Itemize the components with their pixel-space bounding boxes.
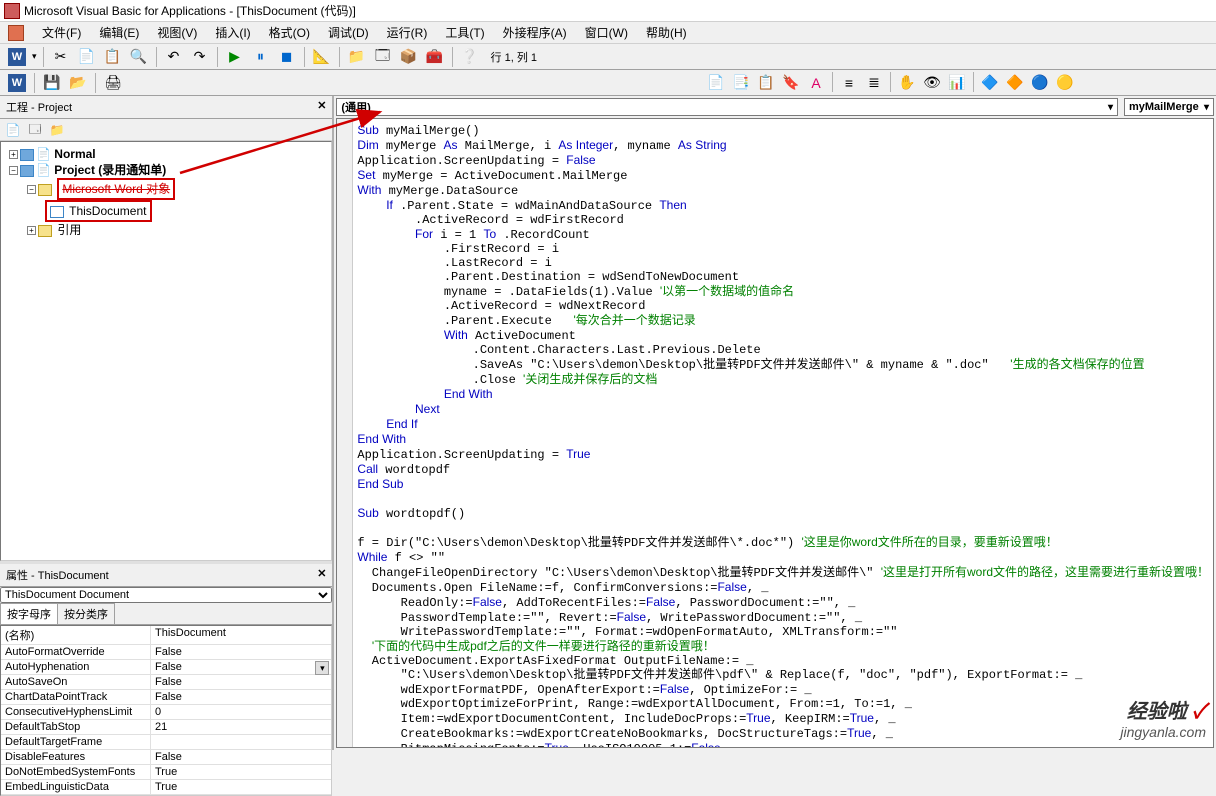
tree-project[interactable]: −📄 Project (录用通知单)	[5, 162, 327, 178]
project-tree[interactable]: +📄 Normal −📄 Project (录用通知单) − Microsoft…	[0, 141, 332, 561]
tb-icon-4[interactable]: 🔖	[780, 72, 802, 94]
tab-alphabetical[interactable]: 按字母序	[0, 603, 58, 624]
property-row[interactable]: AutoHyphenationFalse▾	[1, 660, 331, 675]
property-row[interactable]: AutoFormatOverrideFalse	[1, 645, 331, 660]
menu-edit[interactable]: 编辑(E)	[95, 22, 143, 43]
print-icon[interactable]: 🖨	[102, 72, 124, 94]
menu-help[interactable]: 帮助(H)	[642, 22, 691, 43]
word-icon[interactable]: W	[6, 72, 28, 94]
folder-icon[interactable]: 📁	[48, 121, 66, 139]
tb-icon-12[interactable]: 🔶	[1004, 72, 1026, 94]
tb-icon-9[interactable]: 👁	[921, 72, 943, 94]
copy-icon[interactable]: 📄	[76, 46, 98, 68]
menu-run[interactable]: 运行(R)	[383, 22, 432, 43]
object-combobox[interactable]: ThisDocument Document	[0, 587, 332, 603]
design-icon[interactable]: 📐	[311, 46, 333, 68]
menu-addins[interactable]: 外接程序(A)	[499, 22, 571, 43]
tb-icon-1[interactable]: 📄	[705, 72, 727, 94]
project-panel-title: 工程 - Project ✕	[0, 96, 332, 119]
pause-icon[interactable]: ⏸	[250, 46, 272, 68]
close-icon[interactable]: ✕	[317, 567, 326, 583]
properties-grid[interactable]: (名称)ThisDocumentAutoFormatOverrideFalseA…	[0, 625, 332, 796]
tb-icon-11[interactable]: 🔷	[979, 72, 1001, 94]
view-code-icon[interactable]: 📄	[4, 121, 22, 139]
undo-icon[interactable]: ↶	[163, 46, 185, 68]
menu-window[interactable]: 窗口(W)	[581, 22, 632, 43]
menu-tools[interactable]: 工具(T)	[441, 22, 488, 43]
code-gutter	[337, 119, 353, 747]
project-panel-label: 工程 - Project	[6, 99, 72, 115]
tb-icon-2[interactable]: 📑	[730, 72, 752, 94]
stop-icon[interactable]: ◼	[276, 46, 298, 68]
redo-icon[interactable]: ↷	[189, 46, 211, 68]
view-object-icon[interactable]: 🗔	[26, 121, 44, 139]
tree-thisdocument[interactable]: ThisDocument	[5, 200, 327, 222]
tb-icon-8[interactable]: ✋	[896, 72, 918, 94]
project-toolbar: 📄 🗔 📁	[0, 119, 332, 141]
tree-normal[interactable]: +📄 Normal	[5, 146, 327, 162]
tb-icon-14[interactable]: 🟡	[1054, 72, 1076, 94]
titlebar: Microsoft Visual Basic for Applications …	[0, 0, 1216, 22]
property-row[interactable]: AutoSaveOnFalse	[1, 675, 331, 690]
find-icon[interactable]: 🔍	[128, 46, 150, 68]
properties-panel: 属性 - ThisDocument ✕ ThisDocument Documen…	[0, 561, 332, 796]
code-editor[interactable]: Sub myMailMerge() Dim myMerge As MailMer…	[336, 118, 1214, 748]
property-row[interactable]: DefaultTargetFrame	[1, 735, 331, 750]
tb-icon-5[interactable]: A	[805, 72, 827, 94]
save-icon[interactable]: 💾	[41, 72, 63, 94]
tb-icon-3[interactable]: 📋	[755, 72, 777, 94]
property-row[interactable]: DisableFeaturesFalse	[1, 750, 331, 765]
toolbar-doc: W 💾 📂 🖨 📄 📑 📋 🔖 A ≡ ≣ ✋ 👁 📊 🔷 🔶 🔵 🟡	[0, 70, 1216, 96]
tb-icon-6[interactable]: ≡	[838, 72, 860, 94]
property-row[interactable]: ConsecutiveHyphensLimit0	[1, 705, 331, 720]
toolbox-icon[interactable]: 🧰	[424, 46, 446, 68]
tb-icon-10[interactable]: 📊	[946, 72, 968, 94]
properties-icon[interactable]: 🗔	[372, 46, 394, 68]
property-row[interactable]: ChartDataPointTrackFalse	[1, 690, 331, 705]
menu-insert[interactable]: 插入(I)	[211, 22, 254, 43]
open-icon[interactable]: 📂	[67, 72, 89, 94]
app-icon	[4, 3, 20, 19]
property-row[interactable]: DefaultTabStop21	[1, 720, 331, 735]
tb-icon-7[interactable]: ≣	[863, 72, 885, 94]
window-title: Microsoft Visual Basic for Applications …	[24, 2, 356, 19]
project-explorer-icon[interactable]: 📁	[346, 46, 368, 68]
object-browser-icon[interactable]: 📦	[398, 46, 420, 68]
property-row[interactable]: DoNotEmbedSystemFontsTrue	[1, 765, 331, 780]
property-row[interactable]: (名称)ThisDocument	[1, 626, 331, 645]
tree-msword-obj[interactable]: − Microsoft Word 对象	[5, 178, 327, 200]
procedure-dropdown[interactable]: myMailMerge▾	[1124, 98, 1214, 116]
tab-categorized[interactable]: 按分类序	[57, 603, 115, 624]
object-dropdown[interactable]: (通用)▾	[336, 98, 1118, 116]
menubar: 文件(F) 编辑(E) 视图(V) 插入(I) 格式(O) 调试(D) 运行(R…	[0, 22, 1216, 44]
menu-file[interactable]: 文件(F)	[38, 22, 85, 43]
word-view-icon[interactable]: W	[6, 46, 28, 68]
cut-icon[interactable]: ✂	[50, 46, 72, 68]
menu-format[interactable]: 格式(O)	[265, 22, 314, 43]
toolbar-main: W ▾ ✂ 📄 📋 🔍 ↶ ↷ ▶ ⏸ ◼ 📐 📁 🗔 📦 🧰 ❔ 行 1, 列…	[0, 44, 1216, 70]
properties-title: 属性 - ThisDocument ✕	[0, 564, 332, 587]
close-icon[interactable]: ✕	[317, 99, 326, 115]
menu-debug[interactable]: 调试(D)	[324, 22, 373, 43]
properties-label: 属性 - ThisDocument	[6, 567, 109, 583]
code-content[interactable]: Sub myMailMerge() Dim myMerge As MailMer…	[357, 123, 1209, 748]
tb-icon-13[interactable]: 🔵	[1029, 72, 1051, 94]
help-icon[interactable]: ❔	[459, 46, 481, 68]
menu-view[interactable]: 视图(V)	[153, 22, 201, 43]
cursor-position: 行 1, 列 1	[485, 49, 543, 65]
paste-icon[interactable]: 📋	[102, 46, 124, 68]
app-small-icon	[8, 25, 24, 41]
run-icon[interactable]: ▶	[224, 46, 246, 68]
property-row[interactable]: EmbedLinguisticDataTrue	[1, 780, 331, 795]
tree-ref[interactable]: + 引用	[5, 222, 327, 238]
